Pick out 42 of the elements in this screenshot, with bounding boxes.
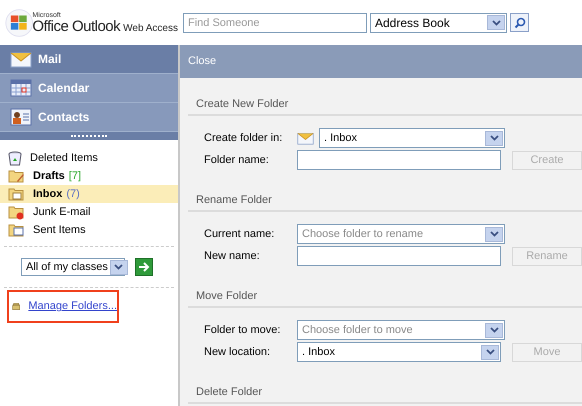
folder-item[interactable]: Junk E-mail	[0, 203, 178, 221]
section-title: Create New Folder	[196, 97, 288, 112]
field-label: New location:	[204, 344, 272, 360]
section-title: Move Folder	[196, 289, 258, 304]
calendar-icon	[10, 79, 32, 97]
section-title: Rename Folder	[196, 193, 272, 208]
folders-stack-icon	[12, 300, 20, 313]
folder-select[interactable]: Choose folder to move	[297, 320, 505, 340]
section-title: Delete Folder	[196, 385, 262, 400]
folder-select[interactable]: . Inbox	[319, 128, 505, 148]
folder-envelope-icon	[8, 186, 25, 202]
field-label: Create folder in:	[204, 130, 284, 146]
folder-item[interactable]: Sent Items	[0, 221, 178, 239]
product-suffix: Web Access	[123, 24, 178, 34]
nav-button[interactable]: Mail	[0, 45, 178, 74]
folder-envelope-icon	[8, 222, 25, 238]
folder-select[interactable]: . Inbox	[297, 342, 501, 362]
class-filter-select[interactable]: All of my classes	[21, 258, 125, 276]
folder-select[interactable]: Choose folder to rename	[297, 224, 505, 244]
search-button[interactable]	[510, 13, 529, 32]
resize-grip[interactable]	[0, 132, 178, 140]
field-label: Current name:	[204, 226, 276, 242]
right-arrow-icon	[138, 262, 150, 272]
product-name: Office Outlook	[32, 18, 120, 34]
folder-item[interactable]: Inbox (7)	[0, 185, 178, 203]
text-field[interactable]	[297, 150, 501, 170]
folder-item[interactable]: Drafts [7]	[0, 167, 178, 185]
contact-card-icon	[10, 108, 32, 126]
trash-can-icon	[8, 150, 22, 166]
field-label: New name:	[204, 248, 261, 264]
folder-pencil-icon	[8, 168, 25, 184]
folder-blocked-icon	[8, 204, 25, 220]
folder-item[interactable]: Deleted Items	[0, 149, 178, 167]
go-button[interactable]	[135, 258, 153, 276]
text-field[interactable]	[297, 246, 501, 266]
search-icon	[514, 16, 526, 28]
manage-folders-link[interactable]: Manage Folders...	[28, 298, 117, 315]
field-label: Folder name:	[204, 152, 270, 168]
find-someone-field[interactable]: Find Someone	[183, 12, 367, 32]
field-label: Folder to move:	[204, 322, 282, 338]
address-book-select[interactable]: Address Book	[370, 12, 507, 32]
envelope-icon	[10, 50, 32, 68]
